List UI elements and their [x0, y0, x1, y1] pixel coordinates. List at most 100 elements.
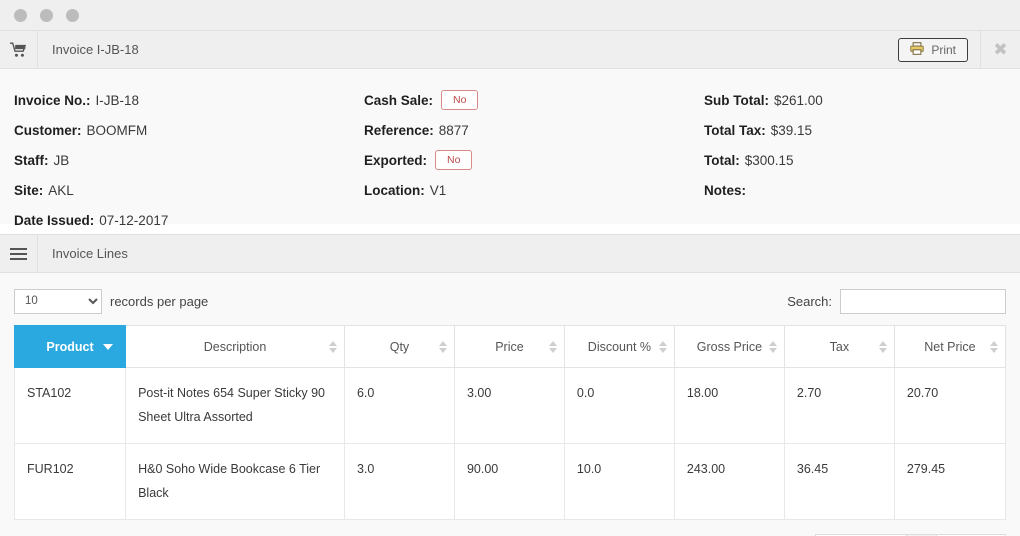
field-invoice-no: Invoice No.: I-JB-18 [14, 85, 350, 115]
column-header-label: Discount % [587, 339, 652, 354]
cell-gross-price: 18.00 [673, 367, 785, 444]
field-exported: Exported: No [364, 145, 690, 175]
cell-description: H&0 Soho Wide Bookcase 6 Tier Black [125, 442, 345, 520]
field-label: Total: [704, 152, 740, 168]
field-total: Total: $300.15 [704, 145, 1020, 175]
column-header-label: Tax [829, 339, 850, 354]
cell-net-price: 20.70 [893, 367, 1007, 444]
shopping-cart-icon [0, 31, 38, 68]
invoice-summary-column-2: Cash Sale: No Reference: 8877 Exported: … [350, 85, 690, 224]
column-header-description[interactable]: Description [125, 325, 345, 368]
hamburger-bars [10, 247, 27, 260]
field-label: Notes: [704, 182, 747, 198]
lines-toolbar: 102550100 records per page Search: [14, 285, 1006, 317]
cell-price: 3.00 [453, 367, 565, 444]
field-customer: Customer: BOOMFM [14, 115, 350, 145]
field-label: Reference: [364, 122, 434, 138]
field-location: Location: V1 [364, 175, 690, 205]
cell-qty: 3.0 [343, 442, 455, 520]
column-header-label: Gross Price [696, 339, 763, 354]
window-dot-maximize[interactable] [66, 8, 79, 22]
column-header-label: Net Price [924, 339, 976, 354]
column-header-net-price[interactable]: Net Price [893, 325, 1007, 368]
cell-product: STA102 [13, 367, 127, 444]
field-value: I-JB-18 [95, 92, 140, 108]
cell-price: 90.00 [453, 442, 565, 520]
status-badge: No [435, 149, 473, 171]
field-label: Exported: [364, 152, 428, 168]
field-label: Date Issued: [14, 212, 95, 228]
invoice-lines-table: Product Description Qty Price Discount %… [13, 325, 1007, 520]
field-label: Total Tax: [704, 122, 766, 138]
table-header-row: Product Description Qty Price Discount %… [13, 325, 1007, 368]
field-label: Staff: [14, 152, 49, 168]
column-header-gross-price[interactable]: Gross Price [673, 325, 785, 368]
cell-discount: 0.0 [563, 367, 675, 444]
column-header-label: Price [495, 339, 524, 354]
column-header-discount[interactable]: Discount % [563, 325, 675, 368]
records-per-page-select[interactable]: 102550100 [14, 288, 102, 314]
records-per-page-label: records per page [110, 293, 209, 309]
field-reference: Reference: 8877 [364, 115, 690, 145]
field-label: Location: [364, 182, 425, 198]
sort-arrows-icon [438, 340, 447, 353]
column-header-price[interactable]: Price [453, 325, 565, 368]
search-input[interactable] [840, 288, 1006, 314]
invoice-lines-panel: Invoice Lines 102550100 records per page… [0, 234, 1020, 536]
sort-arrows-icon [548, 340, 557, 353]
table-row[interactable]: STA102 Post-it Notes 654 Super Sticky 90… [13, 367, 1007, 444]
window-dot-close[interactable] [14, 8, 27, 22]
table-row[interactable]: FUR102 H&0 Soho Wide Bookcase 6 Tier Bla… [13, 442, 1007, 520]
hamburger-menu-icon[interactable] [0, 235, 38, 272]
status-badge: No [441, 89, 479, 111]
invoice-lines-body: 102550100 records per page Search: Produ… [0, 273, 1020, 536]
chevron-down-icon [103, 343, 114, 350]
window-chrome [0, 0, 1020, 30]
field-cash-sale: Cash Sale: No [364, 85, 690, 115]
print-button[interactable]: Print [898, 37, 968, 62]
records-per-page-group: 102550100 records per page [14, 288, 209, 314]
column-header-tax[interactable]: Tax [783, 325, 895, 368]
field-label: Sub Total: [704, 92, 769, 108]
field-label: Customer: [14, 122, 82, 138]
print-button-label: Print [931, 42, 956, 57]
cell-qty: 6.0 [343, 367, 455, 444]
invoice-panel-title: Invoice I-JB-18 [52, 42, 139, 57]
lines-panel-title: Invoice Lines [52, 246, 128, 261]
invoice-panel-header: Invoice I-JB-18 Print ✖ [0, 31, 1020, 69]
field-date-issued: Date Issued: 07-12-2017 [14, 205, 350, 235]
field-notes: Notes: [704, 175, 1020, 205]
invoice-summary-body: Invoice No.: I-JB-18 Customer: BOOMFM St… [0, 69, 1020, 228]
field-value: AKL [48, 182, 74, 198]
cell-discount: 10.0 [563, 442, 675, 520]
invoice-panel-actions: Print [898, 31, 980, 68]
invoice-summary-panel: Invoice I-JB-18 Print ✖ Invoice No.: I-J… [0, 30, 1020, 228]
column-header-label: Qty [389, 339, 410, 354]
field-value: 8877 [438, 122, 469, 138]
field-site: Site: AKL [14, 175, 350, 205]
cell-description: Post-it Notes 654 Super Sticky 90 Sheet … [125, 367, 345, 444]
search-label: Search: [787, 293, 832, 309]
field-sub-total: Sub Total: $261.00 [704, 85, 1020, 115]
field-value: JB [53, 152, 70, 168]
cell-net-price: 279.45 [893, 442, 1007, 520]
cell-tax: 2.70 [783, 367, 895, 444]
column-header-qty[interactable]: Qty [343, 325, 455, 368]
cell-tax: 36.45 [783, 442, 895, 520]
table-body: STA102 Post-it Notes 654 Super Sticky 90… [13, 367, 1007, 520]
lines-panel-header: Invoice Lines [0, 235, 1020, 273]
field-staff: Staff: JB [14, 145, 350, 175]
column-header-label: Description [203, 339, 267, 354]
column-header-product[interactable]: Product [13, 325, 127, 368]
lines-footer: Showing 1 to 2 of 2 entries ← Previous 1… [14, 520, 1006, 536]
field-label: Cash Sale: [364, 92, 434, 108]
close-icon[interactable]: ✖ [980, 31, 1020, 68]
search-group: Search: [787, 288, 1006, 314]
cell-gross-price: 243.00 [673, 442, 785, 520]
window-dot-minimize[interactable] [40, 8, 53, 22]
sort-arrows-icon [328, 340, 337, 353]
invoice-summary-column-1: Invoice No.: I-JB-18 Customer: BOOMFM St… [0, 85, 350, 228]
field-value: 07-12-2017 [99, 212, 169, 228]
cell-product: FUR102 [13, 442, 127, 520]
sort-arrows-icon [768, 340, 777, 353]
